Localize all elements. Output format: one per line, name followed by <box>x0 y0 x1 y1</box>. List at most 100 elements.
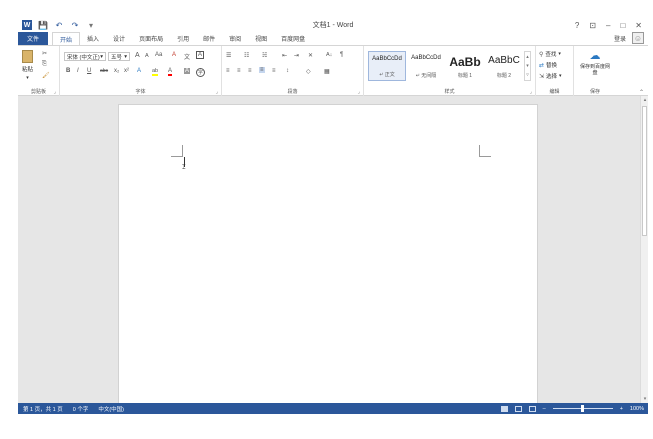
paragraph-shading-button[interactable]: ◇ <box>306 68 311 75</box>
grow-font-button[interactable]: A <box>135 52 140 59</box>
zoom-level[interactable]: 100% <box>630 406 644 412</box>
find-button[interactable]: ⚲ 查找 ▾ <box>539 50 561 58</box>
distributed-button[interactable]: ≡ <box>272 68 276 74</box>
numbering-button[interactable]: ☷ <box>244 52 249 59</box>
align-center-button[interactable]: ≡ <box>237 68 241 74</box>
binoculars-icon: ⚲ <box>539 51 544 58</box>
chinese-layout-button[interactable]: ✕ <box>308 52 313 59</box>
chevron-up-icon[interactable]: ▴ <box>526 54 529 60</box>
text-effects-button[interactable]: A <box>137 68 141 74</box>
scroll-up-icon[interactable]: ▴ <box>641 96 649 104</box>
cut-icon[interactable]: ✂ <box>42 50 47 57</box>
redo-icon[interactable]: ↷ <box>70 20 80 30</box>
style-heading-2[interactable]: AaBbC 标题 2 <box>485 51 523 81</box>
enclose-characters-button[interactable]: 字 <box>196 68 206 77</box>
italic-button[interactable]: I <box>77 68 79 74</box>
minimize-button[interactable]: – <box>606 21 610 30</box>
subscript-button[interactable]: x₂ <box>114 68 119 74</box>
zoom-slider-thumb[interactable] <box>580 405 584 412</box>
zoom-out-button[interactable]: – <box>543 406 546 412</box>
highlight-button[interactable]: ab <box>152 68 159 76</box>
style-heading-1[interactable]: AaBb 标题 1 <box>446 51 484 81</box>
tab-mailings[interactable]: 邮件 <box>196 32 222 45</box>
close-button[interactable]: ✕ <box>635 21 642 30</box>
document-area[interactable]: ⌶ <box>18 96 640 403</box>
tab-insert[interactable]: 插入 <box>80 32 106 45</box>
undo-icon[interactable]: ↶ <box>54 20 64 30</box>
word-count[interactable]: 0 个字 <box>68 405 94 413</box>
avatar[interactable]: ☺ <box>632 32 644 44</box>
character-shading-button[interactable]: A <box>184 68 191 74</box>
collapse-ribbon-icon[interactable]: ⌃ <box>639 89 644 96</box>
paragraph-group-label: 段落 <box>287 89 298 95</box>
chevron-down-icon[interactable]: ▾ <box>526 63 529 69</box>
customize-qat-icon[interactable]: ▾ <box>86 20 96 30</box>
save-to-baidu-button[interactable]: ☁ 保存到百度网盘 <box>578 50 612 76</box>
bold-button[interactable]: B <box>66 68 70 74</box>
align-left-button[interactable]: ≡ <box>226 68 230 74</box>
more-icon[interactable]: ▿ <box>526 72 529 78</box>
decrease-indent-button[interactable]: ⇤ <box>282 52 287 59</box>
strikethrough-button[interactable]: abc <box>100 68 108 74</box>
phonetic-guide-button[interactable]: 文 <box>184 52 190 61</box>
tab-design[interactable]: 设计 <box>106 32 132 45</box>
dialog-launcher-icon[interactable]: ⌟ <box>54 89 56 95</box>
web-layout-icon[interactable] <box>528 405 536 412</box>
restore-button[interactable]: □ <box>620 21 625 30</box>
font-name-select[interactable]: 宋体 (中文正) ▾ <box>64 52 106 61</box>
select-button[interactable]: ⇲ 选择 ▾ <box>539 72 562 80</box>
chevron-down-icon: ▾ <box>124 53 127 60</box>
borders-button[interactable]: ▦ <box>324 68 330 75</box>
clear-formatting-button[interactable]: A <box>172 52 176 58</box>
style-normal[interactable]: AaBbCcDd ↵ 正文 <box>368 51 406 81</box>
bullets-button[interactable]: ☰ <box>226 52 231 59</box>
line-spacing-button[interactable]: ↕ <box>286 68 289 74</box>
font-size-select[interactable]: 五号 ▾ <box>108 52 130 61</box>
shrink-font-button[interactable]: A <box>145 53 149 59</box>
paste-button[interactable]: 粘贴 ▾ <box>22 50 33 81</box>
styles-gallery-scroll[interactable]: ▴ ▾ ▿ <box>524 51 531 81</box>
print-layout-icon[interactable] <box>514 405 522 412</box>
tab-baidu-netdisk[interactable]: 百度网盘 <box>274 32 312 45</box>
vertical-scrollbar[interactable]: ▴ ▾ <box>640 96 648 403</box>
multilevel-list-button[interactable]: ☵ <box>262 52 267 59</box>
superscript-button[interactable]: x² <box>124 68 129 74</box>
login-link[interactable]: 登录 <box>614 34 626 43</box>
baidu-cloud-icon: ☁ <box>589 50 601 62</box>
tab-review[interactable]: 审阅 <box>222 32 248 45</box>
read-mode-icon[interactable] <box>500 405 508 412</box>
underline-button[interactable]: U <box>87 68 91 74</box>
language-indicator[interactable]: 中文(中国) <box>93 405 129 413</box>
copy-icon[interactable]: ⎘ <box>42 61 47 68</box>
font-color-button[interactable]: A <box>168 68 173 76</box>
sort-button[interactable]: A↓ <box>326 52 332 58</box>
scroll-down-icon[interactable]: ▾ <box>641 395 649 403</box>
increase-indent-button[interactable]: ⇥ <box>294 52 299 59</box>
tab-home[interactable]: 开始 <box>52 32 81 45</box>
justify-button[interactable]: ≡ <box>259 67 265 73</box>
tab-page-layout[interactable]: 页面布局 <box>132 32 170 45</box>
format-painter-icon[interactable]: 🖌 <box>42 72 50 79</box>
zoom-in-button[interactable]: + <box>620 406 623 412</box>
ibeam-cursor-icon: ⌶ <box>182 165 186 171</box>
change-case-button[interactable]: Aa <box>155 52 162 58</box>
save-icon[interactable]: 💾 <box>38 20 48 30</box>
replace-button[interactable]: ⇄ 替换 <box>539 61 557 70</box>
align-right-button[interactable]: ≡ <box>248 68 252 74</box>
tab-references[interactable]: 引用 <box>170 32 196 45</box>
document-page[interactable]: ⌶ <box>118 104 538 403</box>
scroll-thumb[interactable] <box>642 106 647 236</box>
style-no-spacing[interactable]: AaBbCcDd ↵ 无间隔 <box>407 51 445 81</box>
tab-view[interactable]: 视图 <box>248 32 274 45</box>
tab-file[interactable]: 文件 <box>18 32 49 45</box>
character-border-button[interactable]: A <box>196 51 205 59</box>
help-button[interactable]: ? <box>575 21 579 30</box>
dialog-launcher-icon[interactable]: ⌟ <box>530 89 532 95</box>
dialog-launcher-icon[interactable]: ⌟ <box>216 89 218 95</box>
show-marks-button[interactable]: ¶ <box>340 52 343 58</box>
zoom-slider[interactable] <box>552 405 613 412</box>
dialog-launcher-icon[interactable]: ⌟ <box>358 89 360 95</box>
ribbon-display-options-button[interactable]: ⊡ <box>589 21 596 30</box>
word-app-icon[interactable]: W <box>22 20 32 30</box>
page-count[interactable]: 第 1 页，共 1 页 <box>18 405 68 413</box>
